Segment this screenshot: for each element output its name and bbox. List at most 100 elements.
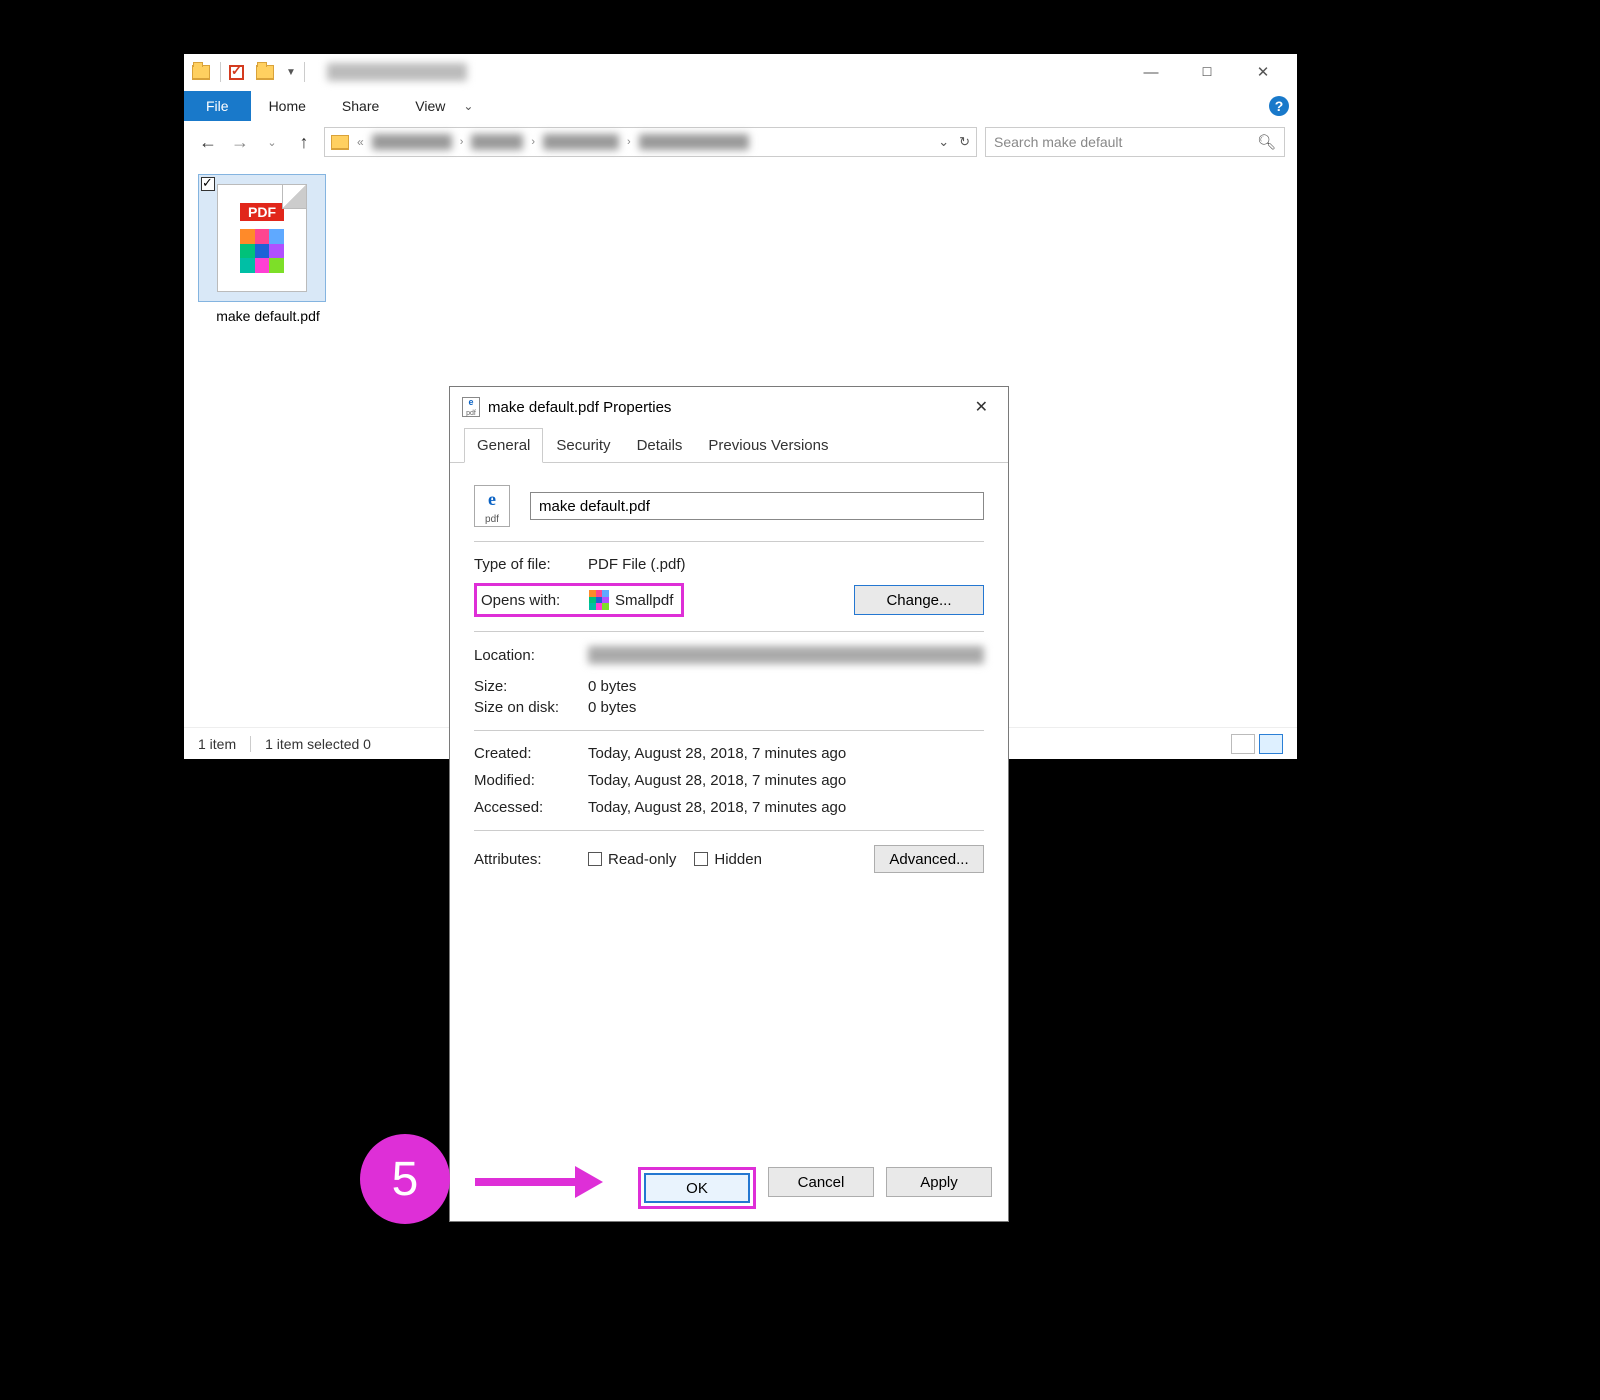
properties-dialog: e make default.pdf Properties ✕ General …: [449, 386, 1009, 1222]
label-opens-with: Opens with:: [481, 592, 569, 609]
pdf-doc-icon: epdf: [474, 485, 510, 527]
breadcrumb-sep: ›: [627, 136, 631, 148]
dialog-title: make default.pdf Properties: [488, 399, 671, 416]
readonly-label: Read-only: [608, 851, 676, 868]
dialog-titlebar: e make default.pdf Properties ✕: [450, 387, 1008, 427]
properties-body: epdf Type of file: PDF File (.pdf) Opens…: [450, 463, 1008, 887]
details-view-button[interactable]: [1231, 734, 1255, 754]
separator: [474, 541, 984, 542]
quick-access-toolbar: ▼: [229, 65, 296, 80]
smallpdf-icon: [240, 229, 284, 273]
label-attributes: Attributes:: [474, 851, 588, 868]
status-item-count: 1 item: [198, 736, 236, 752]
address-dropdown-icon[interactable]: ⌄: [938, 134, 949, 150]
hidden-label: Hidden: [714, 851, 762, 868]
label-size-on-disk: Size on disk:: [474, 699, 588, 716]
recent-dropdown-icon[interactable]: ⌄: [260, 136, 284, 149]
tab-general[interactable]: General: [464, 428, 543, 463]
tab-previous-versions[interactable]: Previous Versions: [695, 428, 841, 463]
filename-input[interactable]: [530, 492, 984, 520]
label-type: Type of file:: [474, 556, 588, 573]
back-button[interactable]: ←: [196, 132, 220, 153]
address-bar[interactable]: « › › › ⌄ ↻: [324, 127, 977, 157]
value-location: [588, 646, 984, 664]
separator: [250, 736, 251, 752]
qat-dropdown-icon[interactable]: ▼: [286, 67, 296, 78]
annotation-arrow-icon: [475, 1170, 605, 1194]
breadcrumb-segment[interactable]: [372, 134, 452, 150]
share-tab[interactable]: Share: [324, 91, 397, 121]
selection-checkbox[interactable]: [201, 177, 215, 191]
separator: [474, 631, 984, 632]
change-button[interactable]: Change...: [854, 585, 984, 615]
ok-button[interactable]: OK: [644, 1173, 750, 1203]
maximize-button[interactable]: ☐: [1179, 55, 1235, 89]
file-item[interactable]: PDF make default.pdf: [198, 174, 338, 324]
smallpdf-icon: [589, 590, 609, 610]
file-tab[interactable]: File: [184, 91, 251, 121]
opens-with-highlight: Opens with: Smallpdf: [474, 583, 684, 617]
value-modified: Today, August 28, 2018, 7 minutes ago: [588, 772, 984, 789]
value-type: PDF File (.pdf): [588, 556, 984, 573]
separator: [474, 830, 984, 831]
opens-with-app: Smallpdf: [589, 590, 673, 610]
ribbon-tabs: File Home Share View ⌄ ?: [184, 90, 1297, 122]
new-folder-qat-icon[interactable]: [256, 65, 274, 80]
breadcrumb-sep: ›: [460, 136, 464, 148]
forward-button[interactable]: →: [228, 132, 252, 153]
label-size: Size:: [474, 678, 588, 695]
search-placeholder: Search make default: [994, 134, 1122, 150]
refresh-icon[interactable]: ↻: [959, 134, 970, 150]
tab-security[interactable]: Security: [543, 428, 623, 463]
advanced-button[interactable]: Advanced...: [874, 845, 984, 873]
readonly-checkbox[interactable]: Read-only: [588, 851, 676, 868]
folder-icon: [331, 135, 349, 150]
breadcrumb-segment[interactable]: [639, 134, 749, 150]
cancel-button[interactable]: Cancel: [768, 1167, 874, 1197]
minimize-button[interactable]: —: [1123, 55, 1179, 89]
separator: [220, 62, 221, 82]
label-created: Created:: [474, 745, 588, 762]
apply-button[interactable]: Apply: [886, 1167, 992, 1197]
value-size-on-disk: 0 bytes: [588, 699, 984, 716]
value-size: 0 bytes: [588, 678, 984, 695]
pdf-badge: PDF: [240, 203, 284, 221]
search-icon[interactable]: 🔍︎: [1257, 133, 1276, 151]
search-box[interactable]: Search make default 🔍︎: [985, 127, 1285, 157]
pdf-file-icon: PDF: [217, 184, 307, 292]
file-label: make default.pdf: [198, 308, 338, 324]
ribbon-collapse-icon[interactable]: ⌄: [463, 99, 473, 113]
annotation-step-badge: 5: [360, 1134, 450, 1224]
label-modified: Modified:: [474, 772, 588, 789]
explorer-titlebar: ▼ — ☐ ✕: [184, 54, 1297, 90]
separator: [474, 730, 984, 731]
label-accessed: Accessed:: [474, 799, 588, 816]
label-location: Location:: [474, 647, 588, 664]
hidden-checkbox[interactable]: Hidden: [694, 851, 762, 868]
ok-button-highlight: OK: [638, 1167, 756, 1209]
close-icon[interactable]: ✕: [967, 393, 996, 421]
pdf-doc-icon: e: [462, 397, 480, 417]
navigation-bar: ← → ⌄ ↑ « › › › ⌄ ↻ Search make default …: [184, 122, 1297, 162]
folder-icon: [192, 65, 210, 80]
up-button[interactable]: ↑: [292, 132, 316, 153]
icons-view-button[interactable]: [1259, 734, 1283, 754]
window-controls: — ☐ ✕: [1123, 55, 1291, 89]
value-created: Today, August 28, 2018, 7 minutes ago: [588, 745, 984, 762]
help-icon[interactable]: ?: [1269, 96, 1289, 116]
separator: [304, 62, 305, 82]
properties-tabs: General Security Details Previous Versio…: [450, 427, 1008, 463]
dialog-buttons: OK Cancel Apply: [638, 1167, 992, 1209]
home-tab[interactable]: Home: [251, 91, 324, 121]
properties-qat-icon[interactable]: [229, 65, 244, 80]
breadcrumb-sep: ›: [531, 136, 535, 148]
status-selection: 1 item selected 0: [265, 736, 371, 752]
value-opens-with: Smallpdf: [615, 592, 673, 609]
breadcrumb-segment[interactable]: [471, 134, 523, 150]
close-button[interactable]: ✕: [1235, 55, 1291, 89]
view-tab[interactable]: View: [397, 91, 463, 121]
tab-details[interactable]: Details: [624, 428, 696, 463]
breadcrumb-sep: «: [357, 135, 364, 149]
breadcrumb-segment[interactable]: [543, 134, 619, 150]
window-title: [327, 63, 467, 81]
